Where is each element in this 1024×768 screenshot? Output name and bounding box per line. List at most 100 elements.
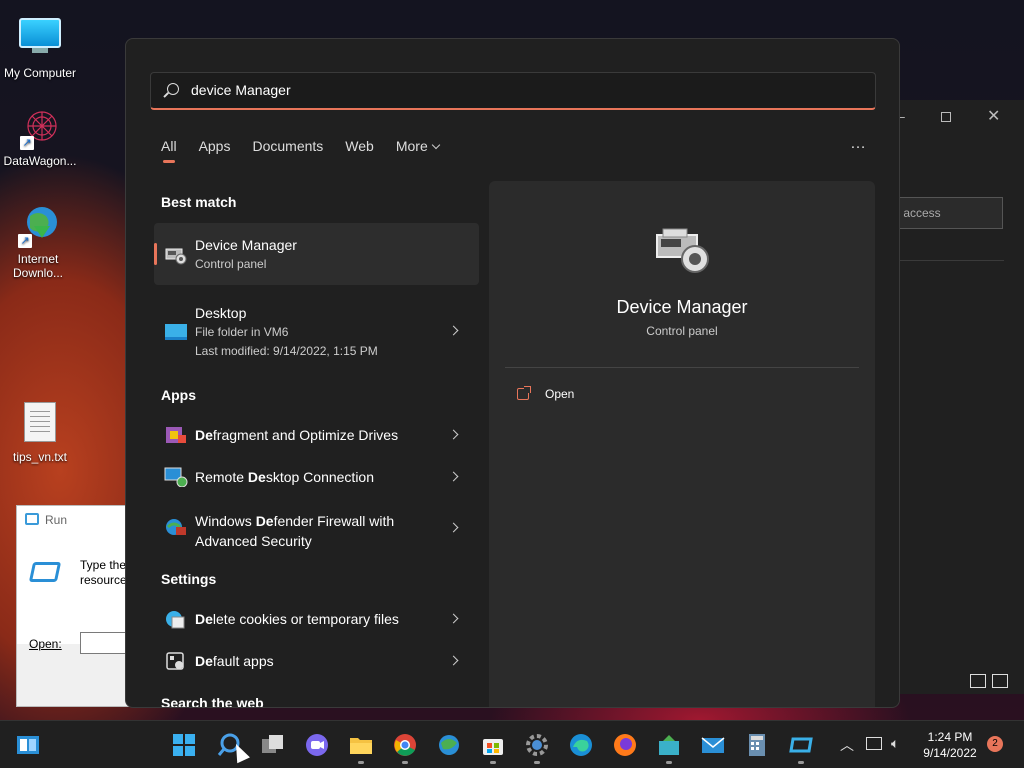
result-defragment[interactable]: Defragment and Optimize Drives: [154, 415, 479, 455]
start-search-panel: All Apps Documents Web More … Best match…: [125, 38, 900, 708]
clock-time: 1:24 PM: [927, 730, 973, 744]
desktop-icon-internet-download[interactable]: ↗ Internet Downlo...: [0, 204, 76, 280]
result-modified-date: Last modified: 9/14/2022, 1:15 PM: [195, 344, 378, 358]
detail-title: Device Manager: [616, 297, 748, 317]
search-filters: All Apps Documents Web More: [161, 138, 461, 163]
run-dialog-title: Run: [45, 513, 68, 527]
result-title: Device Manager: [195, 237, 297, 253]
monitor-icon: [18, 18, 62, 62]
result-title: Defragment and Optimize Drives: [195, 427, 399, 443]
chevron-right-icon[interactable]: [448, 613, 459, 624]
desktop-icon-my-computer[interactable]: My Computer: [0, 10, 80, 80]
run-icon[interactable]: [789, 733, 813, 757]
result-title: Remote Desktop Connection: [195, 469, 375, 485]
details-view-icon[interactable]: [970, 674, 986, 688]
filter-more[interactable]: More: [395, 138, 440, 154]
chevron-right-icon[interactable]: [448, 655, 459, 666]
firewall-icon: [166, 519, 186, 535]
edge-icon[interactable]: [569, 733, 593, 757]
result-title: Default apps: [195, 653, 274, 669]
start-icon[interactable]: [172, 733, 196, 757]
result-default-apps[interactable]: Default apps: [154, 641, 479, 681]
settings-icon[interactable]: [525, 733, 549, 757]
left-app-icon[interactable]: [16, 733, 40, 757]
chevron-right-icon[interactable]: [448, 325, 459, 336]
filter-all[interactable]: All: [161, 138, 177, 163]
desktop-icon-label: DataWagon...: [3, 154, 77, 168]
result-device-manager[interactable]: Device Manager Control panel: [154, 223, 479, 285]
run-dialog: Run Type the resource Open:: [16, 505, 140, 707]
chevron-down-icon: [431, 140, 440, 150]
volume-icon[interactable]: 🔈︎: [891, 735, 899, 752]
internet-options-icon: [166, 611, 185, 629]
chat-icon[interactable]: [305, 733, 329, 757]
running-indicator: [490, 761, 496, 764]
result-subtitle: File folder in VM6: [195, 325, 289, 339]
desktop-icon-label: tips_vn.txt: [12, 450, 68, 464]
device-manager-large-icon: [656, 228, 709, 273]
remote-desktop-icon: [164, 467, 188, 487]
apps-heading: Apps: [161, 387, 196, 403]
filter-more-label: More: [395, 138, 428, 154]
tiles-view-icon[interactable]: [992, 674, 1008, 688]
divider: [505, 367, 859, 368]
result-title: Windows Defender Firewall with Advanced S…: [195, 513, 395, 549]
search-web-heading: Search the web: [161, 695, 264, 708]
more-options-icon[interactable]: …: [850, 135, 867, 153]
run-open-label: Open:: [29, 637, 62, 651]
open-external-icon: [517, 386, 531, 400]
search-box[interactable]: [150, 72, 876, 110]
result-delete-cookies[interactable]: Delete cookies or temporary files: [154, 599, 479, 639]
default-apps-icon: [166, 652, 184, 670]
filter-apps[interactable]: Apps: [199, 138, 231, 154]
notification-badge[interactable]: 2: [987, 736, 1003, 752]
search-input[interactable]: [191, 82, 791, 98]
close-icon[interactable]: ✕: [987, 106, 1000, 126]
file-explorer-icon[interactable]: [349, 733, 373, 757]
running-indicator: [358, 761, 364, 764]
desktop-icon-tips-file[interactable]: tips_vn.txt: [0, 402, 80, 464]
open-label: Open: [545, 387, 575, 401]
run-icon: [25, 513, 39, 525]
result-subtitle: Control panel: [195, 257, 267, 271]
desktop-folder-icon: [165, 324, 187, 340]
filter-documents[interactable]: Documents: [252, 138, 323, 154]
run-dialog-titlebar[interactable]: Run: [17, 506, 135, 534]
network-app-icon[interactable]: [437, 733, 461, 757]
result-remote-desktop[interactable]: Remote Desktop Connection: [154, 457, 479, 497]
datawagon-icon: ↗: [18, 106, 62, 150]
firefox-icon[interactable]: [613, 733, 637, 757]
running-indicator: [798, 761, 804, 764]
clock[interactable]: 1:24 PM 9/14/2022: [915, 729, 985, 761]
search-icon: [167, 83, 179, 95]
calculator-icon[interactable]: [745, 733, 769, 757]
network-icon[interactable]: [866, 737, 882, 750]
task-view-icon[interactable]: [261, 733, 285, 757]
result-title: Desktop: [195, 305, 247, 321]
open-action[interactable]: Open: [517, 386, 575, 401]
filter-web[interactable]: Web: [345, 138, 374, 154]
background-window: – ✕ ck access: [881, 100, 1024, 694]
maximize-icon[interactable]: [941, 112, 951, 122]
result-windows-firewall[interactable]: Windows Defender Firewall with Advanced S…: [154, 499, 479, 555]
vm-tool-icon[interactable]: [657, 733, 681, 757]
best-match-heading: Best match: [161, 194, 237, 210]
chevron-up-icon[interactable]: ︿: [840, 735, 854, 755]
text-file-icon: [18, 402, 62, 446]
desktop-icon-label: My Computer: [3, 66, 77, 80]
view-buttons: [970, 674, 1008, 688]
store-icon[interactable]: [481, 733, 505, 757]
result-detail-pane: Device Manager Control panel Open: [489, 181, 875, 707]
mail-icon[interactable]: [701, 733, 725, 757]
running-indicator: [402, 761, 408, 764]
result-desktop-folder[interactable]: Desktop File folder in VM6 Last modified…: [154, 295, 479, 365]
chrome-icon[interactable]: [393, 733, 417, 757]
clock-date: 9/14/2022: [923, 746, 977, 760]
desktop-icon-datawagon[interactable]: ↗ DataWagon...: [0, 106, 80, 168]
device-manager-icon: [165, 248, 187, 265]
chevron-right-icon[interactable]: [448, 471, 459, 482]
chevron-right-icon[interactable]: [448, 429, 459, 440]
run-large-icon: [28, 562, 62, 582]
taskbar: ︿ 🔈︎ 1:24 PM 9/14/2022: [0, 720, 1024, 768]
chevron-right-icon[interactable]: [448, 522, 459, 533]
